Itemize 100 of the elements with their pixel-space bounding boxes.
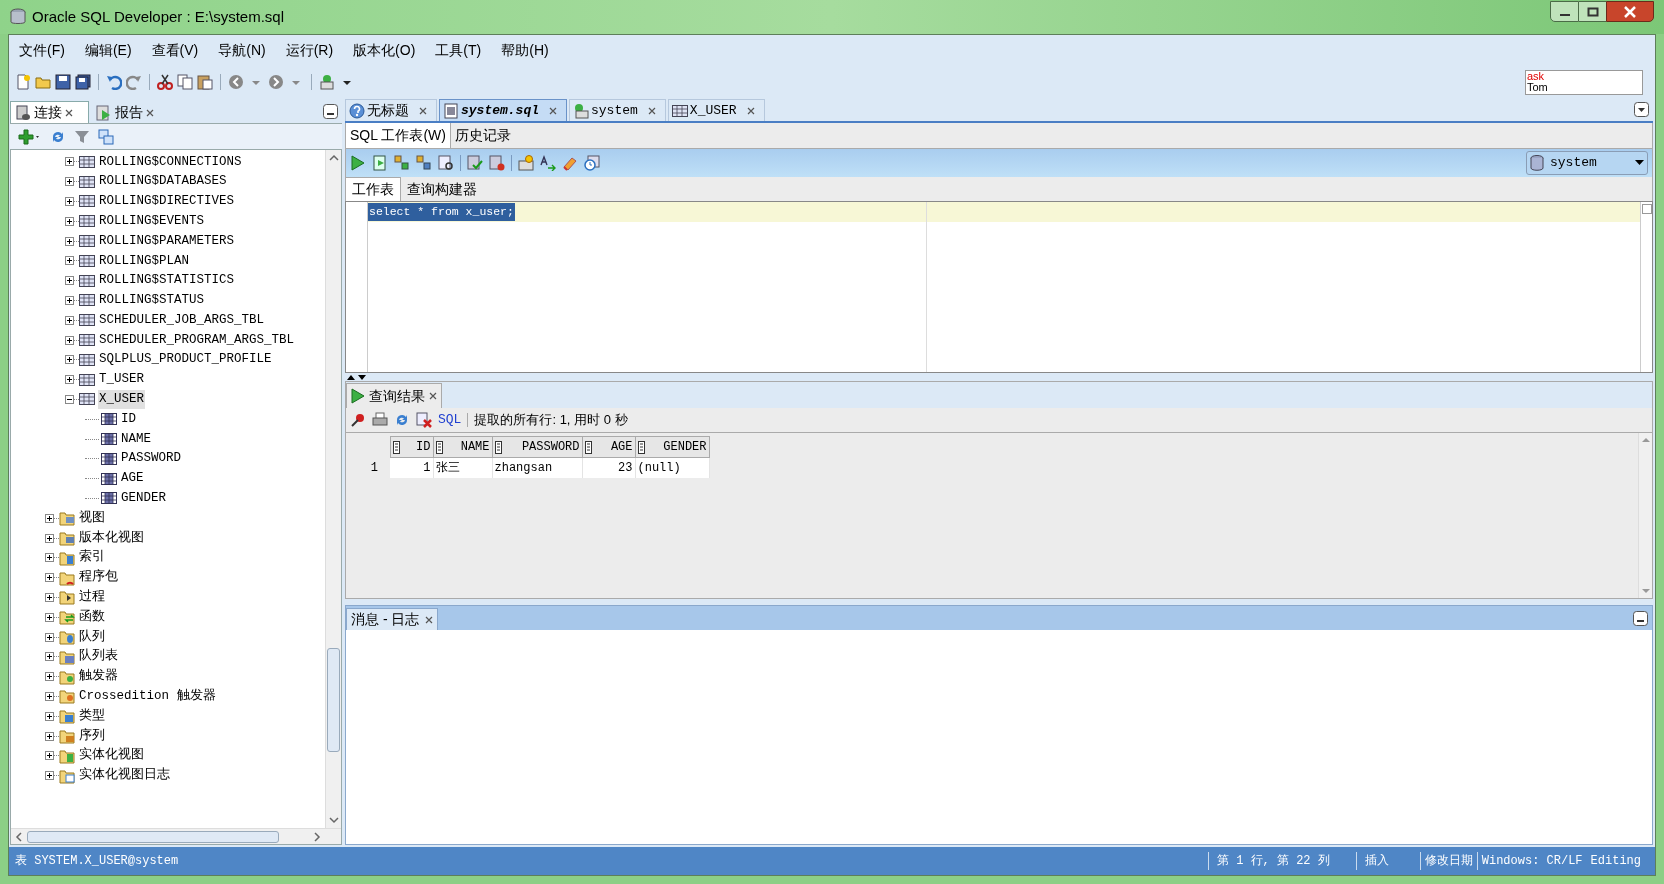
tree-item[interactable]: ROLLING$STATUS <box>98 291 206 310</box>
menu-item[interactable]: 编辑(E) <box>82 39 134 61</box>
tree-item[interactable]: ROLLING$PARAMETERS <box>98 231 236 251</box>
menu-item[interactable]: 版本化(O) <box>351 39 418 61</box>
save-all-icon[interactable] <box>75 74 91 90</box>
expander-icon[interactable] <box>45 553 54 563</box>
editor-tab[interactable]: 历史记录 <box>450 123 515 148</box>
format-icon[interactable] <box>540 155 556 171</box>
expander-icon[interactable] <box>65 375 74 385</box>
expander-icon[interactable] <box>65 315 74 325</box>
new-file-icon[interactable] <box>15 74 31 90</box>
tuning-icon[interactable] <box>438 155 454 171</box>
expander-icon[interactable] <box>65 276 74 286</box>
tree-item[interactable]: SCHEDULER_JOB_ARGS_TBL <box>98 310 266 330</box>
expander-icon[interactable] <box>65 157 74 167</box>
results-tab[interactable]: 查询结果 <box>346 383 442 408</box>
back-icon[interactable] <box>228 74 244 90</box>
close-icon[interactable] <box>146 108 154 117</box>
expander-icon[interactable] <box>45 711 54 721</box>
tree-item[interactable]: ROLLING$CONNECTIONS <box>98 152 243 172</box>
expander-icon[interactable] <box>65 394 74 404</box>
sort-icon[interactable] <box>392 440 400 454</box>
close-icon[interactable] <box>419 106 427 115</box>
sort-icon[interactable] <box>584 440 592 454</box>
rollback-icon[interactable] <box>489 155 505 171</box>
close-icon[interactable] <box>429 392 437 400</box>
scrollbar-thumb[interactable] <box>327 648 340 752</box>
sql-connection-icon[interactable] <box>319 74 335 90</box>
commit-icon[interactable] <box>467 155 483 171</box>
editor-tab[interactable]: SQL 工作表(W) <box>346 123 451 148</box>
expander-icon[interactable] <box>65 335 74 345</box>
tree-item[interactable]: SQLPLUS_PRODUCT_PROFILE <box>98 350 273 370</box>
tree-item[interactable]: ROLLING$PLAN <box>98 251 190 271</box>
tree-item[interactable]: 索引 <box>78 548 106 568</box>
code-editor[interactable]: select * from x_user; <box>345 201 1653 373</box>
tree-item[interactable]: 触发器 <box>78 667 119 686</box>
tree-item[interactable]: PASSWORD <box>120 449 182 469</box>
sql-icon[interactable] <box>518 155 534 171</box>
tree-item[interactable]: ROLLING$EVENTS <box>98 211 206 231</box>
run-icon[interactable] <box>350 155 366 171</box>
tree-item[interactable]: SCHEDULER_PROGRAM_ARGS_TBL <box>98 330 296 350</box>
menu-item[interactable]: 导航(N) <box>216 39 268 61</box>
autotrace-icon[interactable] <box>394 155 410 171</box>
pin-icon[interactable] <box>350 412 366 428</box>
close-button[interactable] <box>1606 1 1654 22</box>
menu-item[interactable]: 运行(R) <box>283 39 336 61</box>
expander-icon[interactable] <box>45 672 54 682</box>
tree-item[interactable]: 类型 <box>78 706 106 726</box>
close-icon[interactable] <box>746 106 755 115</box>
cancel-icon[interactable] <box>416 412 432 428</box>
tree-item[interactable]: 程序包 <box>78 568 119 587</box>
maximize-button[interactable] <box>1579 1 1606 22</box>
expander-icon[interactable] <box>65 355 74 365</box>
tree-item[interactable]: 序列 <box>78 726 106 746</box>
redo-icon[interactable] <box>126 74 142 90</box>
filter-icon[interactable] <box>74 128 90 145</box>
tree-item[interactable]: GENDER <box>120 489 167 508</box>
explain-plan-icon[interactable] <box>416 155 432 171</box>
undo-icon[interactable] <box>106 74 122 90</box>
menu-item[interactable]: 查看(V) <box>149 39 201 61</box>
splitter-arrows-icon[interactable] <box>347 374 367 380</box>
expander-icon[interactable] <box>45 533 54 543</box>
minimize-button[interactable] <box>1550 1 1579 22</box>
tree-item[interactable]: ROLLING$DIRECTIVES <box>98 192 236 211</box>
sql-link[interactable]: SQL <box>438 410 462 430</box>
worksheet-tab[interactable]: 工作表 <box>346 177 401 201</box>
scrollbar-thumb[interactable] <box>27 830 279 843</box>
menu-item[interactable]: 文件(F) <box>17 39 67 61</box>
cut-icon[interactable] <box>157 74 173 90</box>
document-tab[interactable]: X_USER <box>667 99 765 121</box>
tree-item[interactable]: NAME <box>120 429 152 449</box>
expander-icon[interactable] <box>65 177 74 187</box>
tree-item[interactable]: 过程 <box>78 588 106 607</box>
tree-item[interactable]: ROLLING$STATISTICS <box>98 271 236 291</box>
minimize-icon[interactable] <box>323 104 338 119</box>
schema-icon[interactable] <box>98 128 114 145</box>
history-icon[interactable] <box>584 155 600 171</box>
worksheet-tab[interactable]: 查询构建器 <box>401 177 483 201</box>
close-icon[interactable] <box>549 106 557 115</box>
close-icon[interactable] <box>65 108 73 117</box>
messages-tab[interactable]: 消息 - 日志 <box>346 608 439 630</box>
menu-item[interactable]: 帮助(H) <box>499 39 551 61</box>
expander-icon[interactable] <box>45 612 54 622</box>
expander-icon[interactable] <box>45 573 54 583</box>
add-icon[interactable] <box>18 128 42 145</box>
close-icon[interactable] <box>647 106 656 115</box>
expander-icon[interactable] <box>45 632 54 642</box>
tree-item[interactable]: ID <box>120 409 137 429</box>
expander-icon[interactable] <box>45 751 54 761</box>
expander-icon[interactable] <box>65 216 74 226</box>
run-script-icon[interactable] <box>372 155 388 171</box>
sort-icon[interactable] <box>494 440 502 454</box>
expander-icon[interactable] <box>45 592 54 602</box>
tree-item[interactable]: 队列表 <box>78 647 119 667</box>
sort-icon[interactable] <box>637 440 645 454</box>
tree-item[interactable]: AGE <box>120 469 145 488</box>
tree-item[interactable]: 队列 <box>78 627 106 647</box>
expander-icon[interactable] <box>65 236 74 246</box>
print-icon[interactable] <box>372 412 388 428</box>
tree-item[interactable]: X_USER <box>98 390 145 409</box>
